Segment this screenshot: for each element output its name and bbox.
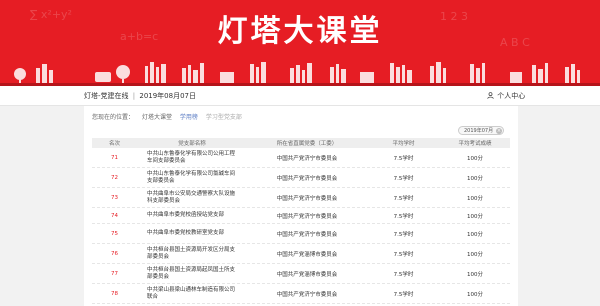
bookshelf-illustration [0, 58, 600, 86]
avg-score-cell: 100分 [467, 155, 483, 162]
rank-cell: 78 [111, 290, 118, 297]
table-row: 76 中共桓台县国土资源局开发区分局支部委员会 中国共产党淄博市委员会 7.5学时 10… [92, 244, 510, 264]
breadcrumb-label: 您现在的位置： [92, 114, 135, 121]
site-name: 灯塔-党建在线 [84, 92, 129, 100]
branch-name-cell: 中共桓台县国土资源局起凤国土所支部委员会 [147, 266, 236, 280]
ranking-panel: 您现在的位置： 灯塔大课堂 学用榜 学习型党支部 2019年07月 × 名次 党… [84, 106, 518, 306]
table-row: 71 中共山东鲁泰化学有限公司公用工程车间支部委员会 中国共产党济宁市委员会 7.5学… [92, 148, 510, 168]
breadcrumb-home[interactable]: 灯塔大课堂 [142, 114, 172, 121]
table-body: 71 中共山东鲁泰化学有限公司公用工程车间支部委员会 中国共产党济宁市委员会 7.5学… [92, 148, 510, 304]
committee-cell: 中国共产党济宁市委员会 [276, 291, 338, 298]
table-row: 73 中共曲阜市公安局交通警察大队设施科支部委员会 中国共产党济宁市委员会 7.5学时… [92, 188, 510, 208]
header-branch-name: 党支部名称 [178, 141, 206, 147]
header-avg-hours: 平均学时 [392, 141, 415, 147]
table-row: 77 中共桓台县国土资源局起凤国土所支部委员会 中国共产党淄博市委员会 7.5学时 10… [92, 264, 510, 284]
rank-cell: 75 [111, 230, 118, 237]
table-row: 75 中共曲阜市委党校教研室党支部 中国共产党济宁市委员会 7.5学时 100分 [92, 224, 510, 244]
committee-cell: 中国共产党淄博市委员会 [276, 251, 338, 258]
site-info: 灯塔-党建在线 | 2019年08月07日 [84, 91, 196, 101]
breadcrumb-section[interactable]: 学用榜 [180, 114, 198, 121]
info-separator: | [132, 92, 136, 100]
committee-cell: 中国共产党济宁市委员会 [276, 213, 338, 220]
table-header: 名次 党支部名称 所在省直属党委（工委） 平均学时 平均考试成绩 [92, 138, 510, 148]
committee-cell: 中国共产党济宁市委员会 [276, 195, 338, 202]
month-filter[interactable]: 2019年07月 × [458, 126, 504, 135]
avg-score-cell: 100分 [467, 175, 483, 182]
branch-name-cell: 中共桓台县国土资源局开发区分局支部委员会 [147, 246, 236, 260]
personal-center-link[interactable]: 个人中心 [487, 91, 525, 101]
ranking-table: 名次 党支部名称 所在省直属党委（工委） 平均学时 平均考试成绩 71 中共山东鲁… [92, 138, 510, 304]
current-date: 2019年08月07日 [139, 92, 196, 100]
rank-cell: 76 [111, 250, 118, 257]
avg-score-cell: 100分 [467, 271, 483, 278]
header-rank: 名次 [108, 141, 120, 147]
personal-center-label: 个人中心 [497, 92, 526, 100]
avg-hours-cell: 7.5学时 [393, 231, 414, 238]
avg-hours-cell: 7.5学时 [393, 213, 414, 220]
month-filter-value: 2019年07月 [464, 128, 494, 134]
avg-hours-cell: 7.5学时 [393, 195, 414, 202]
branch-name-cell: 中共山东鲁泰化学有限公司公用工程车间支部委员会 [147, 150, 236, 164]
header-avg-score: 平均考试成绩 [458, 141, 492, 147]
avg-hours-cell: 7.5学时 [393, 251, 414, 258]
breadcrumb: 您现在的位置： 灯塔大课堂 学用榜 学习型党支部 [92, 112, 248, 121]
user-icon [487, 92, 494, 99]
table-row: 78 中共梁山县梁山通林车制造有限公司联合 中国共产党济宁市委员会 7.5学时 100分 [92, 284, 510, 304]
avg-hours-cell: 7.5学时 [393, 291, 414, 298]
avg-hours-cell: 7.5学时 [393, 271, 414, 278]
avg-hours-cell: 7.5学时 [393, 155, 414, 162]
committee-cell: 中国共产党济宁市委员会 [276, 175, 338, 182]
rank-cell: 77 [111, 270, 118, 277]
committee-cell: 中国共产党济宁市委员会 [276, 231, 338, 238]
rank-cell: 74 [111, 212, 118, 219]
clear-icon[interactable]: × [496, 128, 502, 134]
header-committee: 所在省直属党委（工委） [276, 141, 338, 147]
avg-score-cell: 100分 [467, 195, 483, 202]
rank-cell: 71 [111, 154, 118, 161]
branch-name-cell: 中共曲阜市委党校教研室党支部 [147, 230, 225, 236]
committee-cell: 中国共产党济宁市委员会 [276, 155, 338, 162]
avg-score-cell: 100分 [467, 251, 483, 258]
avg-score-cell: 100分 [467, 231, 483, 238]
avg-score-cell: 100分 [467, 291, 483, 298]
branch-name-cell: 中共山东鲁泰化学有限公司氯碱车间支部委员会 [147, 170, 236, 184]
branch-name-cell: 中共曲阜市公安局交通警察大队设施科支部委员会 [147, 190, 236, 204]
table-row: 72 中共山东鲁泰化学有限公司氯碱车间支部委员会 中国共产党济宁市委员会 7.5学时 1… [92, 168, 510, 188]
table-row: 74 中共曲阜市委党校函授站党支部 中国共产党济宁市委员会 7.5学时 100分 [92, 208, 510, 224]
avg-hours-cell: 7.5学时 [393, 175, 414, 182]
page-title: 灯塔大课堂 [217, 14, 383, 49]
header-banner: ∑ x²+y² a+b=c 1 2 3 A B C 灯塔大课堂 [0, 0, 600, 86]
committee-cell: 中国共产党淄博市委员会 [276, 271, 338, 278]
breadcrumb-current: 学习型党支部 [205, 114, 242, 121]
branch-name-cell: 中共梁山县梁山通林车制造有限公司联合 [147, 286, 236, 300]
info-bar: 灯塔-党建在线 | 2019年08月07日 个人中心 [0, 86, 600, 106]
rank-cell: 73 [111, 194, 118, 201]
branch-name-cell: 中共曲阜市委党校函授站党支部 [147, 212, 225, 218]
avg-score-cell: 100分 [467, 213, 483, 220]
rank-cell: 72 [111, 174, 118, 181]
